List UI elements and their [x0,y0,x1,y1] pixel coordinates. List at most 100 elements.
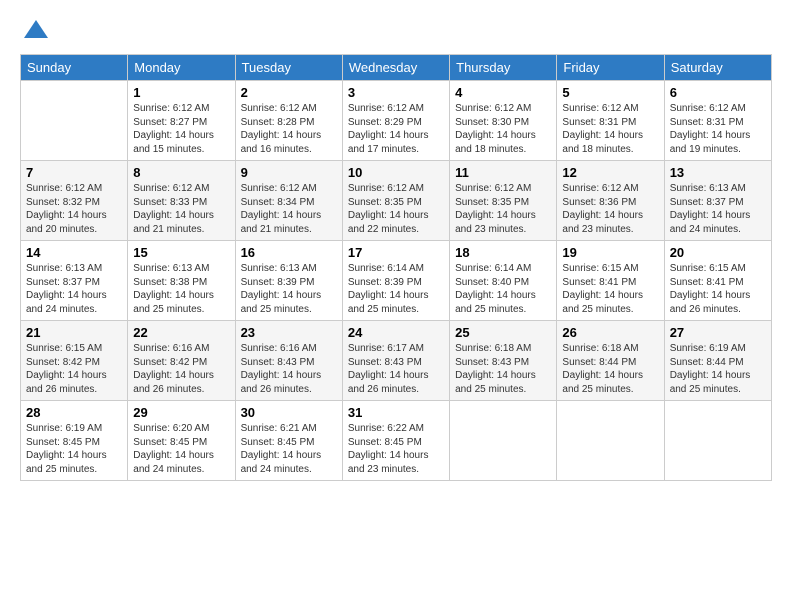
calendar-cell: 6 Sunrise: 6:12 AM Sunset: 8:31 PM Daylig… [664,81,771,161]
calendar-cell: 12 Sunrise: 6:12 AM Sunset: 8:36 PM Dayli… [557,161,664,241]
day-number: 22 [133,325,229,340]
calendar-cell [21,81,128,161]
calendar-cell: 27 Sunrise: 6:19 AM Sunset: 8:44 PM Dayli… [664,321,771,401]
day-number: 28 [26,405,122,420]
calendar-header-monday: Monday [128,55,235,81]
day-info: Sunrise: 6:16 AM Sunset: 8:42 PM Dayligh… [133,342,229,396]
logo [20,16,50,44]
day-number: 6 [670,85,766,100]
day-info: Sunrise: 6:19 AM Sunset: 8:44 PM Dayligh… [670,342,766,396]
day-number: 30 [241,405,337,420]
calendar-cell: 21 Sunrise: 6:15 AM Sunset: 8:42 PM Dayli… [21,321,128,401]
day-info: Sunrise: 6:12 AM Sunset: 8:28 PM Dayligh… [241,102,337,156]
calendar-cell: 30 Sunrise: 6:21 AM Sunset: 8:45 PM Dayli… [235,401,342,481]
day-number: 23 [241,325,337,340]
day-number: 5 [562,85,658,100]
calendar-table: SundayMondayTuesdayWednesdayThursdayFrid… [20,54,772,481]
day-number: 11 [455,165,551,180]
day-info: Sunrise: 6:12 AM Sunset: 8:30 PM Dayligh… [455,102,551,156]
day-info: Sunrise: 6:13 AM Sunset: 8:38 PM Dayligh… [133,262,229,316]
calendar-cell: 22 Sunrise: 6:16 AM Sunset: 8:42 PM Dayli… [128,321,235,401]
calendar-header-wednesday: Wednesday [342,55,449,81]
day-number: 4 [455,85,551,100]
day-info: Sunrise: 6:22 AM Sunset: 8:45 PM Dayligh… [348,422,444,476]
day-number: 12 [562,165,658,180]
day-info: Sunrise: 6:14 AM Sunset: 8:39 PM Dayligh… [348,262,444,316]
day-number: 7 [26,165,122,180]
day-number: 29 [133,405,229,420]
calendar-cell: 9 Sunrise: 6:12 AM Sunset: 8:34 PM Daylig… [235,161,342,241]
header [20,16,772,44]
day-number: 16 [241,245,337,260]
calendar-cell [450,401,557,481]
calendar-cell: 4 Sunrise: 6:12 AM Sunset: 8:30 PM Daylig… [450,81,557,161]
day-info: Sunrise: 6:13 AM Sunset: 8:37 PM Dayligh… [670,182,766,236]
day-info: Sunrise: 6:12 AM Sunset: 8:34 PM Dayligh… [241,182,337,236]
calendar-header-thursday: Thursday [450,55,557,81]
day-info: Sunrise: 6:21 AM Sunset: 8:45 PM Dayligh… [241,422,337,476]
day-info: Sunrise: 6:15 AM Sunset: 8:42 PM Dayligh… [26,342,122,396]
calendar-cell: 29 Sunrise: 6:20 AM Sunset: 8:45 PM Dayli… [128,401,235,481]
calendar-cell: 25 Sunrise: 6:18 AM Sunset: 8:43 PM Dayli… [450,321,557,401]
calendar-week-4: 21 Sunrise: 6:15 AM Sunset: 8:42 PM Dayli… [21,321,772,401]
day-info: Sunrise: 6:12 AM Sunset: 8:27 PM Dayligh… [133,102,229,156]
calendar-header-row: SundayMondayTuesdayWednesdayThursdayFrid… [21,55,772,81]
logo-icon [22,16,50,44]
calendar-cell: 17Sunrise: 6:14 AM Sunset: 8:39 PM Dayli… [342,241,449,321]
day-number: 20 [670,245,766,260]
day-info: Sunrise: 6:15 AM Sunset: 8:41 PM Dayligh… [562,262,658,316]
day-info: Sunrise: 6:12 AM Sunset: 8:33 PM Dayligh… [133,182,229,236]
day-info: Sunrise: 6:14 AM Sunset: 8:40 PM Dayligh… [455,262,551,316]
day-number: 26 [562,325,658,340]
calendar-week-5: 28 Sunrise: 6:19 AM Sunset: 8:45 PM Dayli… [21,401,772,481]
calendar-cell: 1 Sunrise: 6:12 AM Sunset: 8:27 PM Daylig… [128,81,235,161]
day-info: Sunrise: 6:12 AM Sunset: 8:29 PM Dayligh… [348,102,444,156]
day-number: 24 [348,325,444,340]
day-info: Sunrise: 6:16 AM Sunset: 8:43 PM Dayligh… [241,342,337,396]
day-info: Sunrise: 6:12 AM Sunset: 8:31 PM Dayligh… [562,102,658,156]
calendar-cell: 10 Sunrise: 6:12 AM Sunset: 8:35 PM Dayli… [342,161,449,241]
day-number: 25 [455,325,551,340]
calendar-cell: 15Sunrise: 6:13 AM Sunset: 8:38 PM Dayli… [128,241,235,321]
calendar-cell: 20 Sunrise: 6:15 AM Sunset: 8:41 PM Dayli… [664,241,771,321]
calendar-cell: 18Sunrise: 6:14 AM Sunset: 8:40 PM Dayli… [450,241,557,321]
day-info: Sunrise: 6:12 AM Sunset: 8:32 PM Dayligh… [26,182,122,236]
day-info: Sunrise: 6:12 AM Sunset: 8:31 PM Dayligh… [670,102,766,156]
calendar-cell: 11 Sunrise: 6:12 AM Sunset: 8:35 PM Dayli… [450,161,557,241]
calendar-cell: 5 Sunrise: 6:12 AM Sunset: 8:31 PM Daylig… [557,81,664,161]
day-number: 31 [348,405,444,420]
page: SundayMondayTuesdayWednesdayThursdayFrid… [0,0,792,612]
calendar-week-1: 1 Sunrise: 6:12 AM Sunset: 8:27 PM Daylig… [21,81,772,161]
day-info: Sunrise: 6:20 AM Sunset: 8:45 PM Dayligh… [133,422,229,476]
calendar-cell: 24 Sunrise: 6:17 AM Sunset: 8:43 PM Dayli… [342,321,449,401]
day-info: Sunrise: 6:18 AM Sunset: 8:43 PM Dayligh… [455,342,551,396]
day-info: Sunrise: 6:18 AM Sunset: 8:44 PM Dayligh… [562,342,658,396]
day-number: 14 [26,245,122,260]
day-info: Sunrise: 6:19 AM Sunset: 8:45 PM Dayligh… [26,422,122,476]
day-number: 27 [670,325,766,340]
day-number: 21 [26,325,122,340]
calendar-cell: 7 Sunrise: 6:12 AM Sunset: 8:32 PM Daylig… [21,161,128,241]
day-number: 10 [348,165,444,180]
day-info: Sunrise: 6:13 AM Sunset: 8:39 PM Dayligh… [241,262,337,316]
day-info: Sunrise: 6:12 AM Sunset: 8:35 PM Dayligh… [348,182,444,236]
day-info: Sunrise: 6:15 AM Sunset: 8:41 PM Dayligh… [670,262,766,316]
day-number: 3 [348,85,444,100]
day-info: Sunrise: 6:17 AM Sunset: 8:43 PM Dayligh… [348,342,444,396]
calendar-header-tuesday: Tuesday [235,55,342,81]
day-number: 2 [241,85,337,100]
calendar-cell: 23 Sunrise: 6:16 AM Sunset: 8:43 PM Dayli… [235,321,342,401]
day-number: 13 [670,165,766,180]
calendar-cell: 14Sunrise: 6:13 AM Sunset: 8:37 PM Dayli… [21,241,128,321]
day-info: Sunrise: 6:12 AM Sunset: 8:36 PM Dayligh… [562,182,658,236]
day-number: 8 [133,165,229,180]
calendar-header-friday: Friday [557,55,664,81]
calendar-cell: 16 Sunrise: 6:13 AM Sunset: 8:39 PM Dayli… [235,241,342,321]
day-info: Sunrise: 6:12 AM Sunset: 8:35 PM Dayligh… [455,182,551,236]
calendar-week-3: 14Sunrise: 6:13 AM Sunset: 8:37 PM Dayli… [21,241,772,321]
calendar-cell: 28 Sunrise: 6:19 AM Sunset: 8:45 PM Dayli… [21,401,128,481]
day-number: 1 [133,85,229,100]
day-number: 9 [241,165,337,180]
calendar-cell [557,401,664,481]
calendar-cell [664,401,771,481]
